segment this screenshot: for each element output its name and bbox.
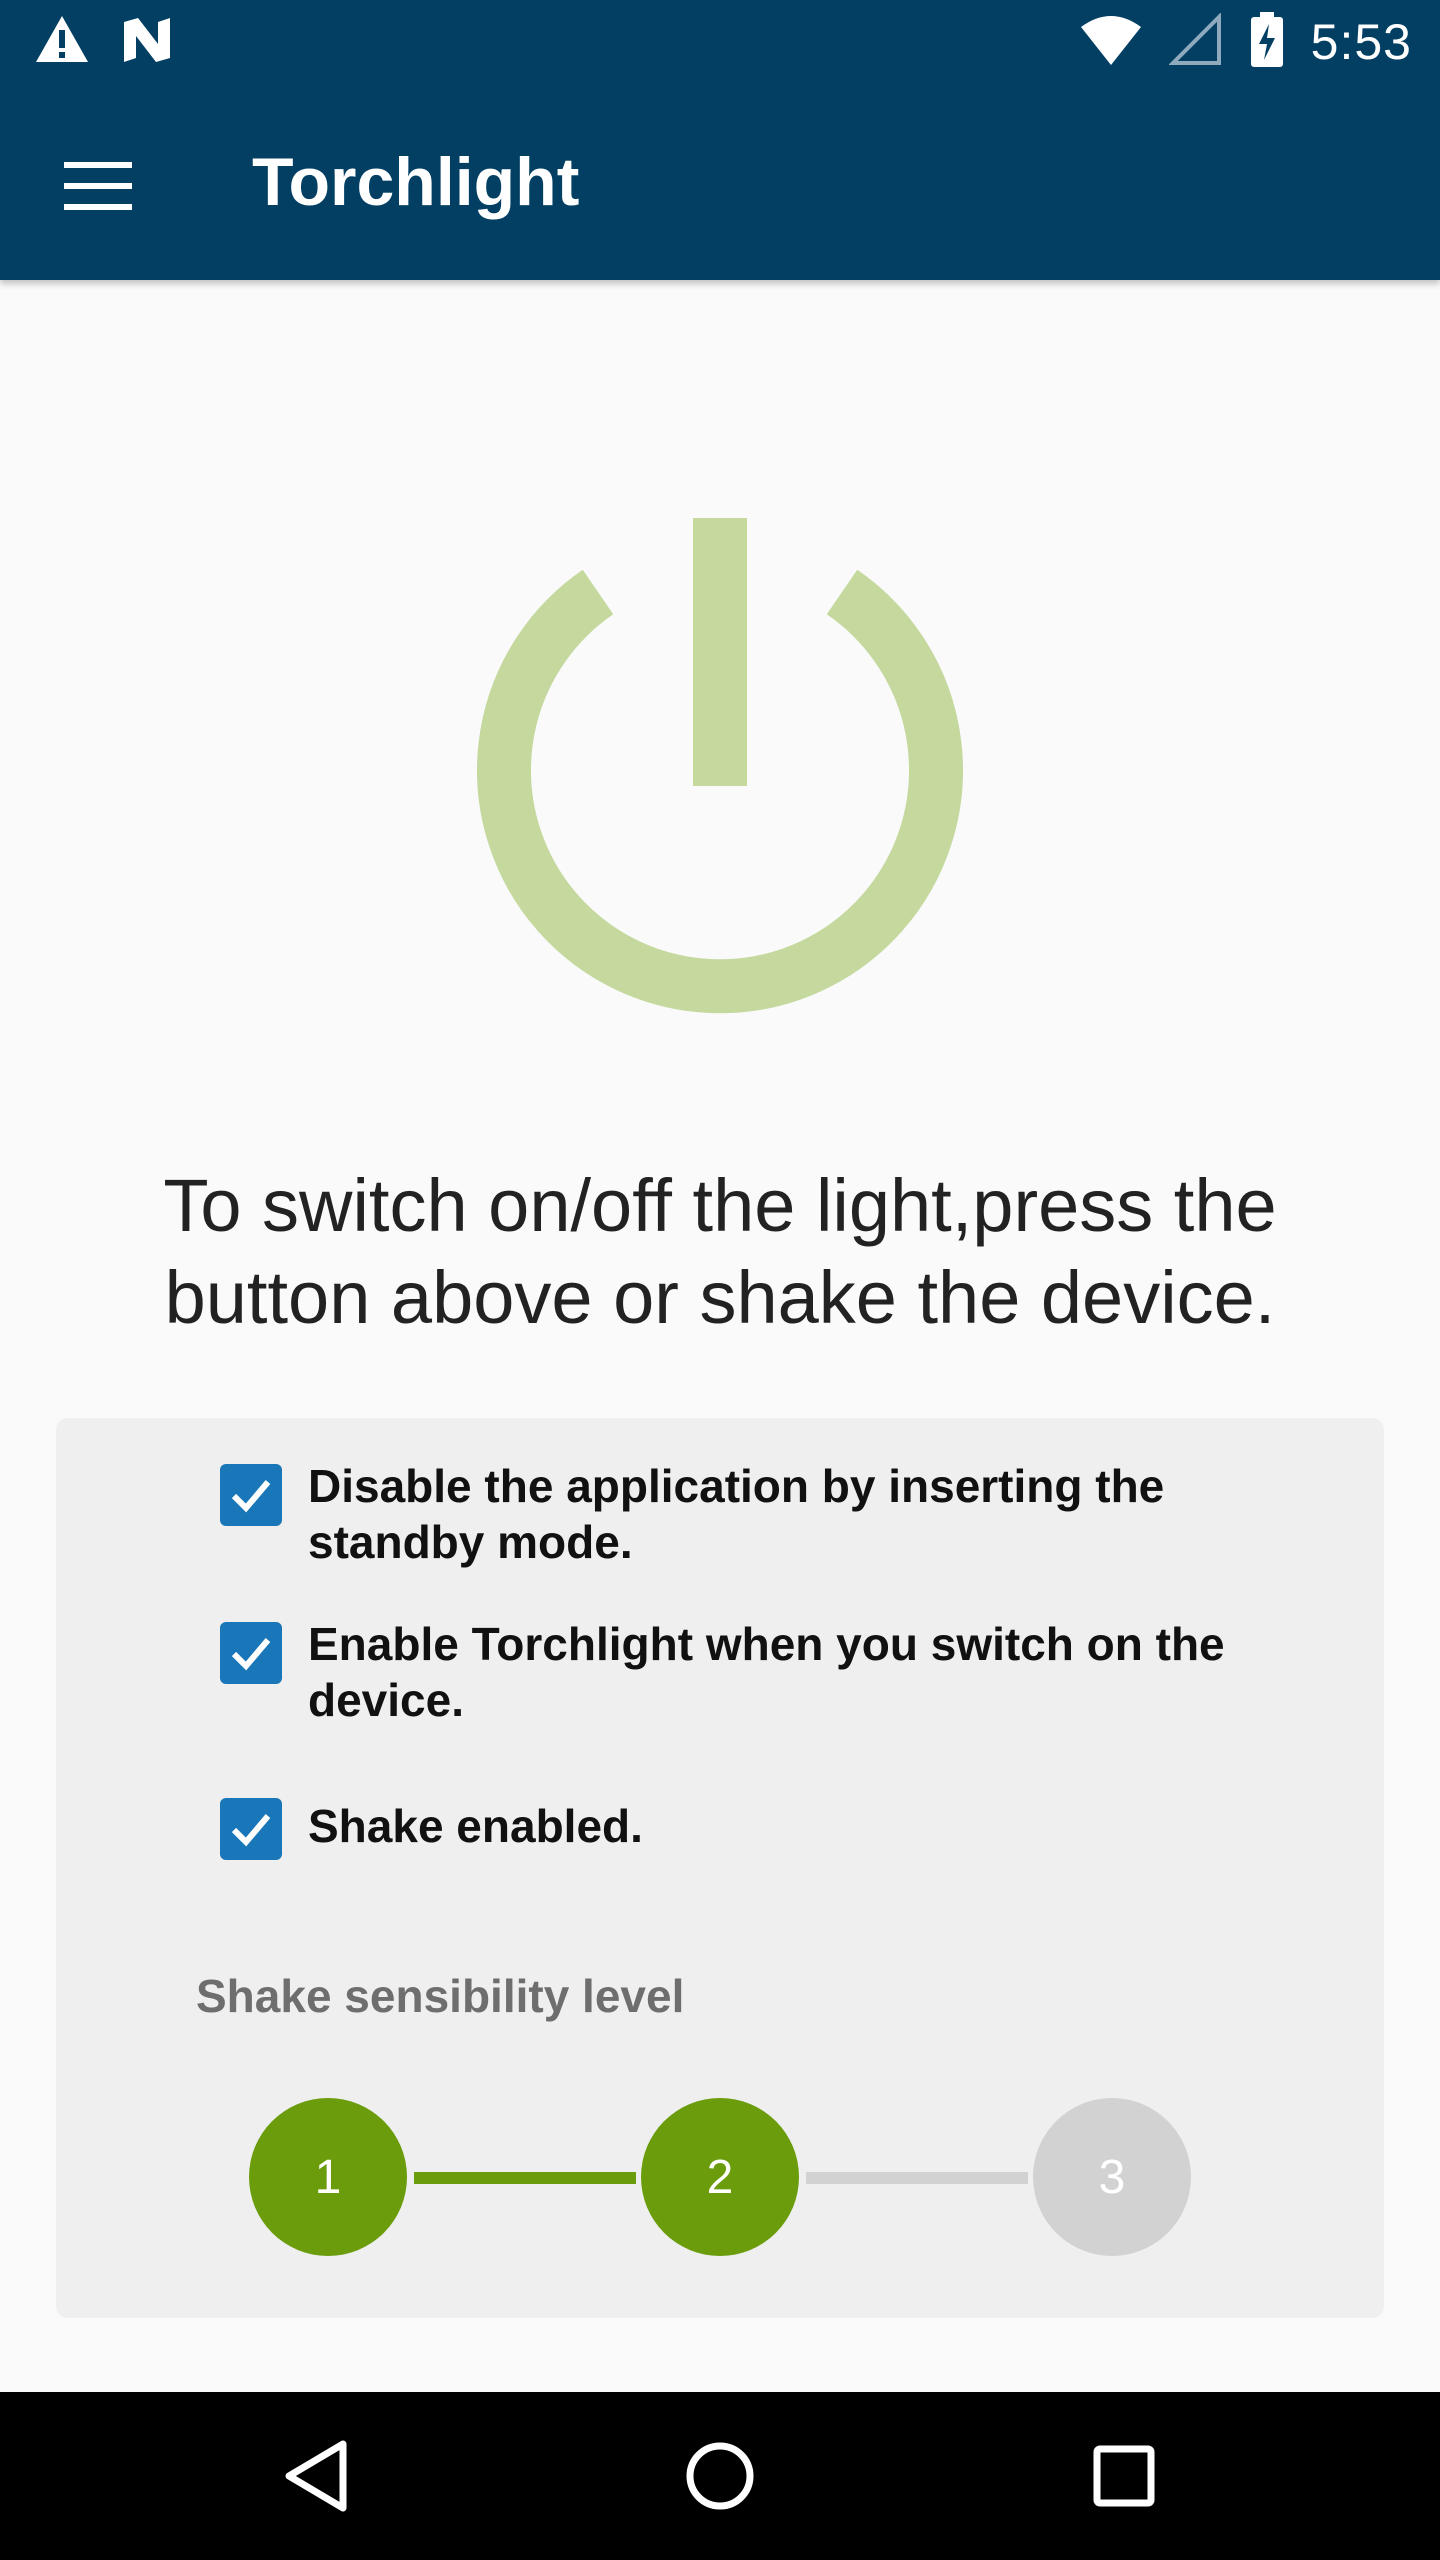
sensibility-level-3[interactable]: 3 bbox=[1033, 2098, 1191, 2256]
signal-icon bbox=[1167, 11, 1223, 72]
app-bar: Torchlight bbox=[0, 84, 1440, 280]
recents-button[interactable] bbox=[1074, 2426, 1174, 2526]
hamburger-menu-icon bbox=[64, 160, 132, 217]
sensibility-level-2[interactable]: 2 bbox=[641, 2098, 799, 2256]
status-bar: 5:53 bbox=[0, 0, 1440, 84]
checkbox-label-shake: Shake enabled. bbox=[308, 1800, 643, 1852]
sensibility-label: Shake sensibility level bbox=[196, 1970, 685, 2022]
checkmark-icon bbox=[231, 1638, 271, 1671]
home-icon bbox=[686, 2442, 754, 2510]
status-time: 5:53 bbox=[1310, 14, 1412, 70]
warning-icon bbox=[34, 14, 90, 69]
checkmark-icon bbox=[231, 1814, 271, 1847]
back-icon bbox=[285, 2440, 347, 2512]
navigation-bar bbox=[0, 2392, 1440, 2560]
home-button[interactable] bbox=[670, 2426, 770, 2526]
battery-charging-icon bbox=[1249, 11, 1285, 73]
checkbox-enable-on-switch[interactable] bbox=[220, 1622, 282, 1684]
stepper-connector-2-3 bbox=[806, 2172, 1028, 2184]
notification-n-icon bbox=[120, 14, 174, 69]
power-icon bbox=[477, 518, 963, 1014]
stepper-connector-1-2 bbox=[414, 2172, 636, 2184]
checkbox-label-enable-on-switch: Enable Torchlight when you switch on the… bbox=[308, 1618, 1225, 1726]
status-left-icons bbox=[34, 14, 174, 69]
status-right-icons: 5:53 bbox=[1079, 10, 1412, 74]
checkmark-icon bbox=[231, 1480, 271, 1513]
back-button[interactable] bbox=[266, 2426, 366, 2526]
sensibility-level-1[interactable]: 1 bbox=[249, 2098, 407, 2256]
power-button[interactable] bbox=[470, 510, 970, 1020]
checkbox-row-standby[interactable]: Disable the application by inserting the… bbox=[220, 1458, 1280, 1570]
menu-button[interactable] bbox=[50, 140, 146, 236]
checkbox-standby[interactable] bbox=[220, 1464, 282, 1526]
checkbox-row-enable-on-switch[interactable]: Enable Torchlight when you switch on the… bbox=[220, 1616, 1280, 1728]
settings-panel: Disable the application by inserting the… bbox=[56, 1418, 1384, 2318]
checkbox-row-shake[interactable]: Shake enabled. bbox=[220, 1792, 1280, 1860]
checkbox-shake[interactable] bbox=[220, 1798, 282, 1860]
app-title: Torchlight bbox=[252, 144, 580, 220]
instruction-text: To switch on/off the light,press the but… bbox=[163, 1164, 1277, 1339]
recents-icon bbox=[1093, 2445, 1155, 2507]
checkbox-label-standby: Disable the application by inserting the… bbox=[308, 1460, 1165, 1568]
wifi-icon bbox=[1079, 13, 1143, 72]
